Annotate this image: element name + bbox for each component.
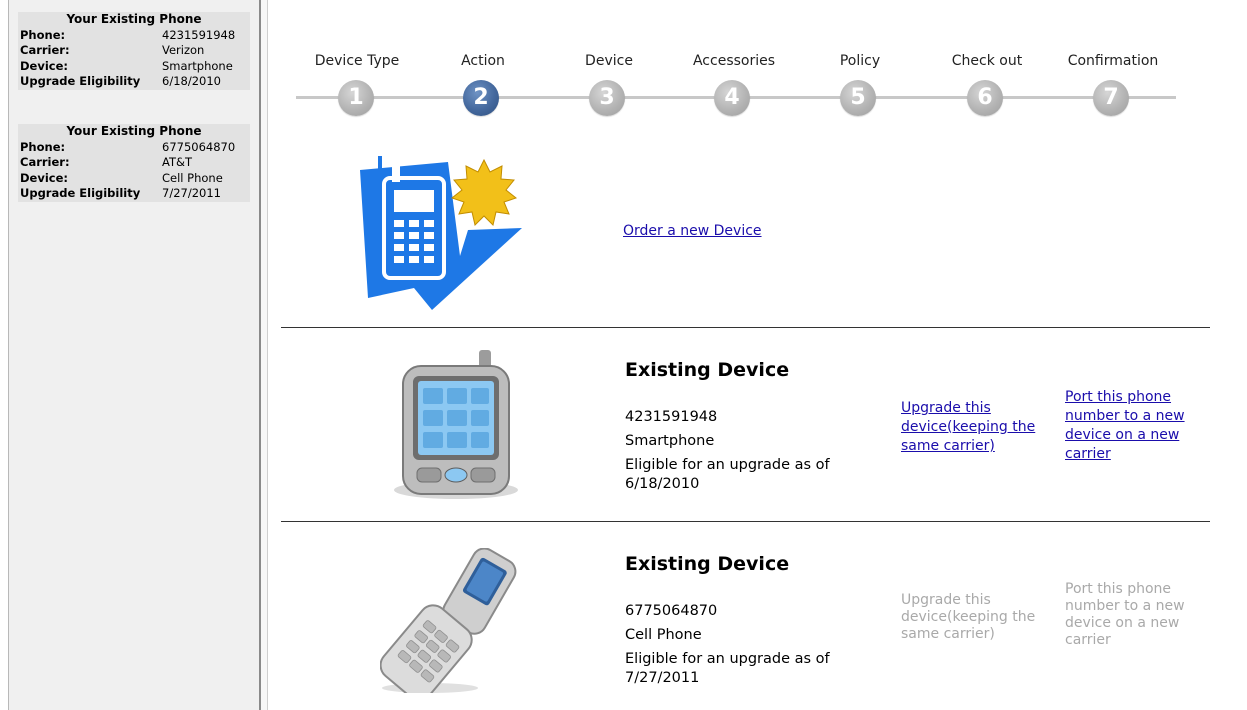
eligibility-value: 7/27/2011 [162,186,221,200]
sidebar [8,0,259,710]
upgrade-device-disabled: Upgrade this device(keeping the same car… [901,592,1035,643]
step-5-circle: 5 [840,80,876,116]
existing-device-heading: Existing Device [625,553,790,575]
port-link-line[interactable]: carrier [1065,446,1111,462]
phone-key: Phone: [20,27,66,42]
port-link-line[interactable]: Port this phone [1065,389,1171,405]
port-text-line: carrier [1065,632,1111,648]
existing-device-heading: Existing Device [625,359,790,381]
existing-phone-card: Your Existing Phone Phone: 6775064870 Car… [18,124,250,202]
carrier-key: Carrier: [20,155,70,169]
eligibility-text: Eligible for an upgrade as of [625,457,830,473]
step-label-policy: Policy [839,53,881,69]
step-label-device: Device [585,53,633,69]
eligibility-text: Eligible for an upgrade as of [625,651,830,667]
device-type: Smartphone [625,433,715,449]
carrier-value: Verizon [162,43,205,57]
step-label-check-out: Check out [951,53,1023,69]
eligibility-date: 7/27/2011 [625,670,700,686]
port-link-line[interactable]: device on a new [1065,427,1179,443]
port-number-link[interactable]: Port this phone number to a new device o… [1065,387,1185,463]
port-number-disabled: Port this phone number to a new device o… [1065,581,1185,649]
step-2-circle-active: 2 [463,80,499,116]
step-label-confirmation: Confirmation [1067,53,1159,69]
device-value: Cell Phone [162,170,223,185]
upgrade-link-line[interactable]: same carrier) [901,438,995,454]
upgrade-text-line: same carrier) [901,626,995,642]
section-divider [281,327,1210,328]
card-title: Your Existing Phone [66,124,202,138]
step-4-circle: 4 [714,80,750,116]
step-label-device-type: Device Type [314,53,400,69]
step-label-action: Action [461,53,505,69]
upgrade-device-link[interactable]: Upgrade this device(keeping the same car… [901,398,1035,455]
sidebar-divider [259,0,268,710]
card-title: Your Existing Phone [66,12,202,26]
flip-phone-icon [379,547,520,701]
device-type: Cell Phone [625,627,702,643]
port-text-line: device on a new [1065,615,1180,631]
eligibility-key: Upgrade Eligibility [20,186,141,200]
step-1-circle: 1 [338,80,374,116]
port-text-line: number to a new [1065,598,1185,614]
order-new-device-link[interactable]: Order a new Device [623,223,762,239]
port-link-line[interactable]: number to a new [1065,408,1185,424]
step-label-accessories: Accessories [692,53,776,69]
phone-value: 4231591948 [162,27,236,42]
device-phone-number: 4231591948 [625,409,718,425]
carrier-value: AT&T [162,155,192,169]
carrier-key: Carrier: [20,43,70,57]
existing-phone-card: Your Existing Phone Phone: 4231591948 Car… [18,12,250,90]
device-key: Device: [20,58,68,73]
eligibility-date: 6/18/2010 [625,476,700,492]
device-value: Smartphone [162,58,233,73]
upgrade-link-line[interactable]: device(keeping the [901,419,1035,435]
eligibility-value: 6/18/2010 [162,74,221,88]
phone-key: Phone: [20,139,66,154]
upgrade-text-line: device(keeping the [901,609,1036,625]
step-3-circle: 3 [589,80,625,116]
section-divider [281,521,1210,522]
step-6-circle: 6 [967,80,1003,116]
phone-value: 6775064870 [162,139,236,154]
device-key: Device: [20,170,68,185]
new-device-icon [356,148,526,313]
device-phone-number: 6775064870 [625,603,718,619]
smartphone-icon [393,348,519,500]
port-text-line: Port this phone [1065,581,1172,597]
upgrade-link-line[interactable]: Upgrade this [901,400,991,416]
step-7-circle: 7 [1093,80,1129,116]
eligibility-key: Upgrade Eligibility [20,74,141,88]
upgrade-text-line: Upgrade this [901,592,991,608]
